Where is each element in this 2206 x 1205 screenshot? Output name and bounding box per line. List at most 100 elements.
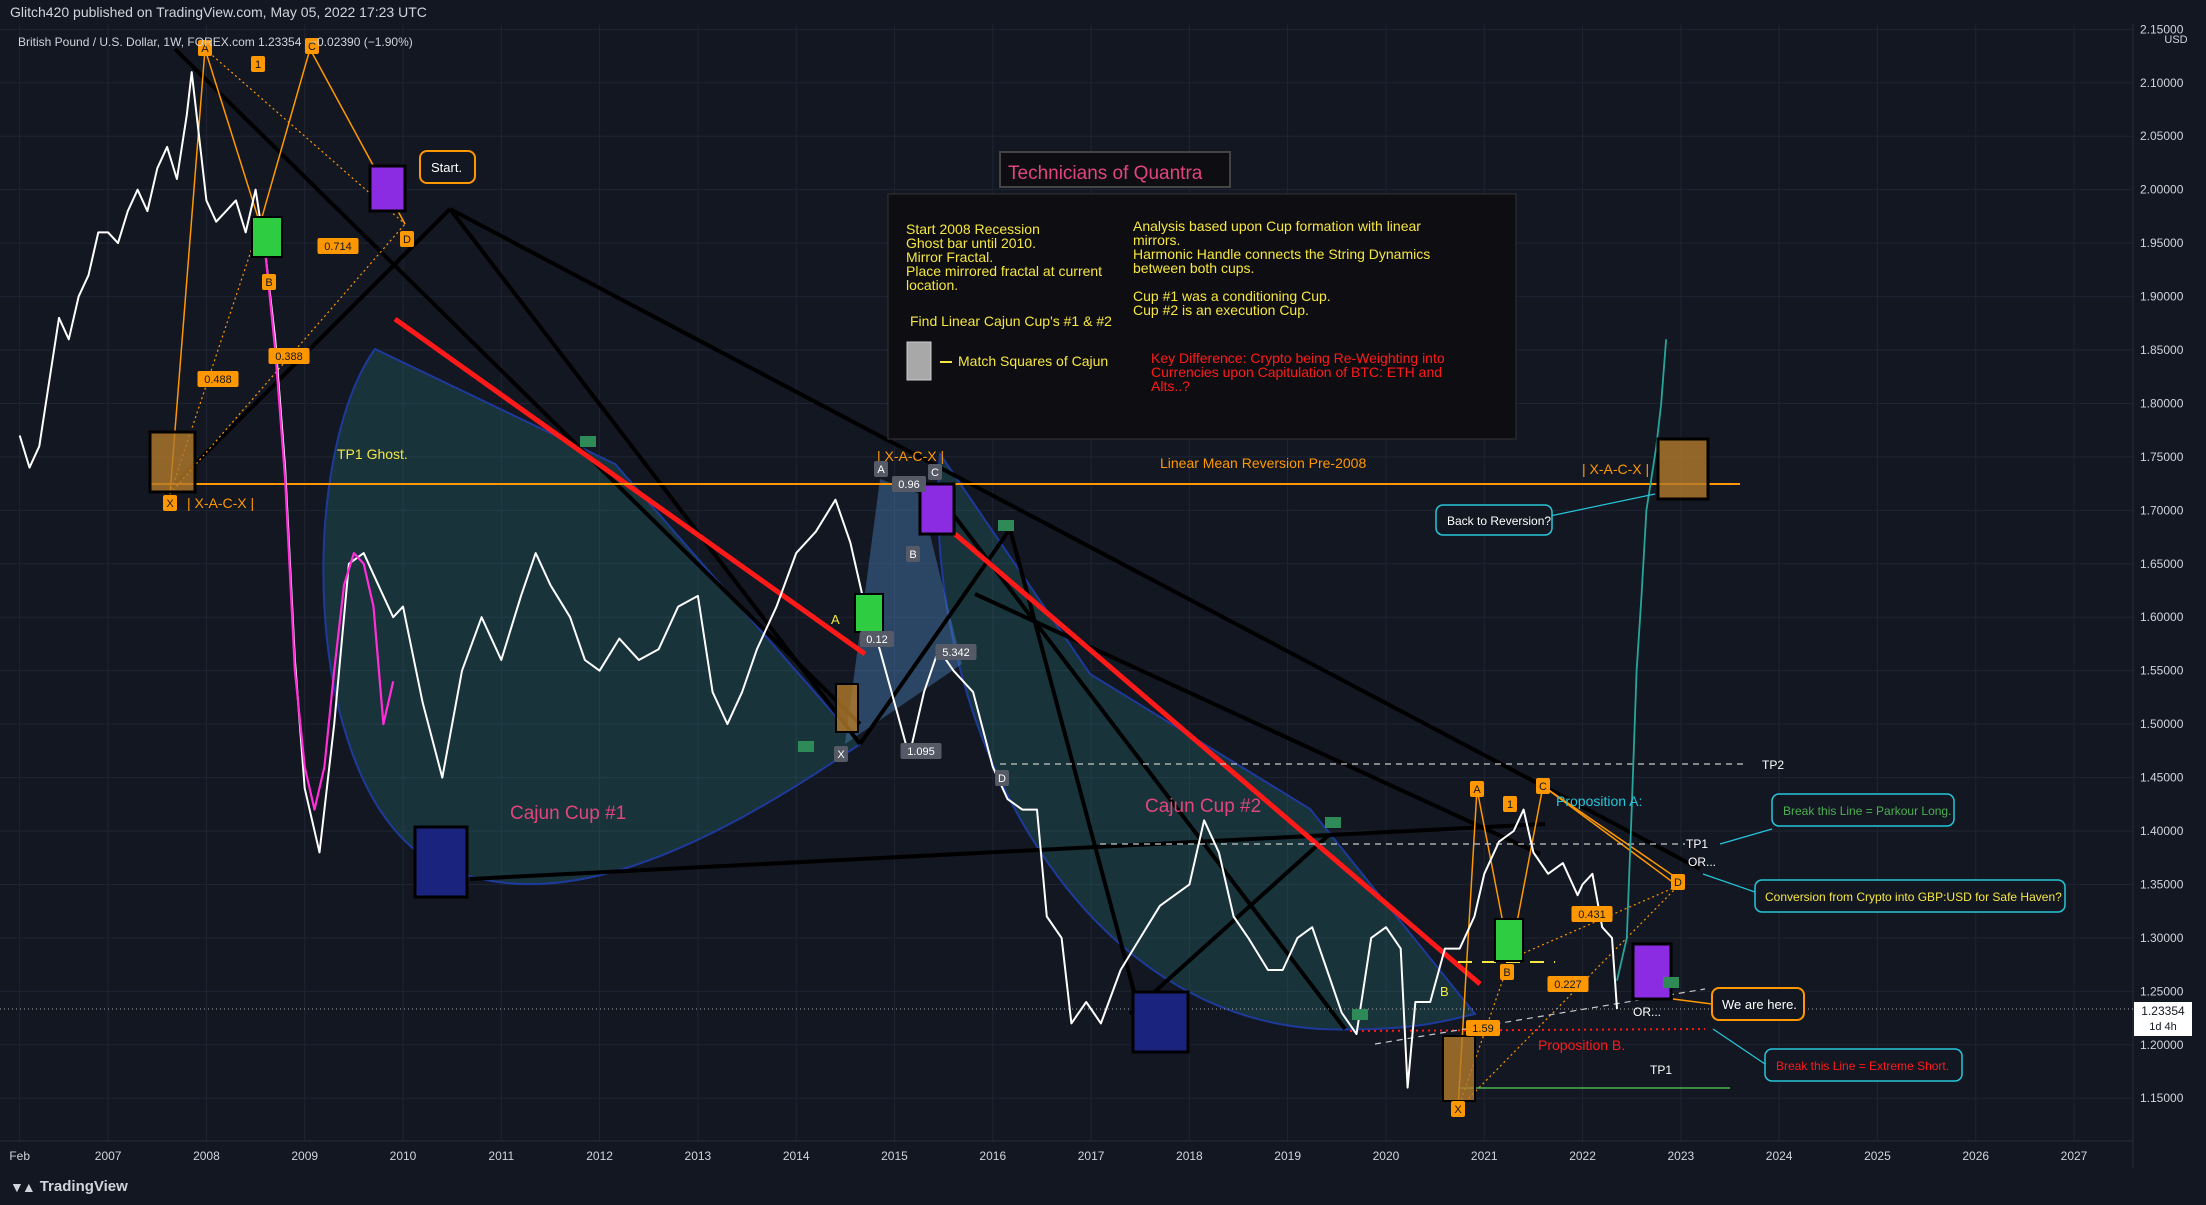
time-tick-label: 2025 [1864, 1149, 1891, 1163]
time-tick-label: 2016 [979, 1149, 1006, 1163]
xacx-box-bottom [1442, 1035, 1476, 1102]
price-tick-label: 2.10000 [2140, 76, 2184, 90]
current-price-value: 1.23354 [2141, 1004, 2185, 1018]
green-box-1 [251, 216, 283, 258]
time-tick-label: 2009 [291, 1149, 318, 1163]
we-are-here-text: We are here. [1722, 997, 1797, 1012]
price-tick-label: 2.00000 [2140, 183, 2184, 197]
point-tag-label: B [909, 549, 916, 561]
xacx-box-left [148, 430, 197, 494]
symbol-change: −0.02390 (−1.90%) [310, 35, 413, 49]
current-price-countdown: 1d 4h [2149, 1021, 2177, 1033]
time-tick-label: 2026 [1962, 1149, 1989, 1163]
point-tag-label: A [1473, 784, 1481, 796]
or-label-2: OR... [1633, 1005, 1661, 1019]
price-tick-label: 2.05000 [2140, 129, 2184, 143]
time-tick-label: 2015 [881, 1149, 908, 1163]
price-tick-label: 1.60000 [2140, 610, 2184, 624]
current-price-badge: 1.23354 1d 4h [2134, 1002, 2192, 1036]
info-box: Technicians of Quantra Start 2008 Recess… [887, 151, 1517, 440]
find-cups-text: Find Linear Cajun Cup's #1 & #2 [910, 313, 1112, 329]
navy-box-1 [413, 825, 469, 899]
price-tick-label: 1.55000 [2140, 664, 2184, 678]
or-label-1: OR... [1688, 855, 1716, 869]
green-box-3 [1494, 918, 1524, 962]
conversion-text: Conversion from Crypto into GBP:USD for … [1765, 890, 2062, 904]
price-tick-label: 1.25000 [2140, 984, 2184, 998]
purple-box-1 [368, 164, 407, 213]
time-tick-label: Feb [9, 1149, 30, 1163]
point-tag-label: X [166, 498, 174, 510]
start-callout: Start. [419, 150, 476, 184]
info-right-line: between both cups. [1133, 260, 1254, 276]
time-tick-label: 2019 [1274, 1149, 1301, 1163]
navy-box-2 [1131, 990, 1190, 1054]
point-b-label: B [1440, 984, 1449, 999]
proposition-b-label: Proposition B. [1538, 1037, 1625, 1053]
point-tag-label: 1 [1507, 799, 1513, 811]
point-tag-label: 0.227 [1554, 979, 1582, 991]
time-tick-label: 2008 [193, 1149, 220, 1163]
axis-unit-label: USD [2164, 34, 2187, 46]
publisher-line: Glitch420 published on TradingView.com, … [10, 4, 427, 20]
info-title: Technicians of Quantra [1008, 163, 1203, 184]
price-tick-label: 1.70000 [2140, 503, 2184, 517]
point-tag-label: X [837, 749, 845, 761]
point-tag-label: 0.488 [204, 374, 232, 386]
price-tick-label: 1.65000 [2140, 557, 2184, 571]
point-tag-label: D [998, 773, 1006, 785]
point-tag-label: B [265, 277, 272, 289]
point-tag-label: A [877, 464, 885, 476]
price-tick-label: 1.95000 [2140, 236, 2184, 250]
info-left-line: location. [906, 277, 958, 293]
symbol-legend: British Pound / U.S. Dollar, 1W, FOREX.c… [18, 35, 413, 49]
tp1-ghost-label: TP1 Ghost. [337, 446, 408, 462]
time-tick-label: 2011 [488, 1149, 514, 1163]
tradingview-brand: TradingView [39, 1178, 128, 1195]
time-tick-label: 2023 [1667, 1149, 1694, 1163]
price-axis[interactable]: 2.150002.100002.050002.000001.950001.900… [2140, 24, 2184, 1105]
point-tag-label: 0.12 [866, 634, 887, 646]
time-tick-label: 2014 [783, 1149, 810, 1163]
point-tag-label: 0.96 [898, 479, 919, 491]
gray-swatch [906, 341, 932, 381]
point-tag-label: 1.095 [907, 746, 935, 758]
point-tag-label: 0.431 [1578, 909, 1606, 921]
time-tick-label: 2027 [2061, 1149, 2088, 1163]
point-tag-label: D [403, 234, 411, 246]
tradingview-logo[interactable]: ▼▲ TradingView [10, 1178, 128, 1195]
price-chart[interactable]: Technicians of Quantra Start 2008 Recess… [0, 24, 2206, 1168]
price-tick-label: 1.90000 [2140, 290, 2184, 304]
tradingview-logo-icon: ▼▲ [10, 1178, 36, 1195]
point-tag-label: C [1539, 781, 1547, 793]
publisher-bar: Glitch420 published on TradingView.com, … [0, 0, 2206, 24]
price-tick-label: 1.35000 [2140, 877, 2184, 891]
point-tag-label: B [1503, 967, 1510, 979]
time-tick-label: 2021 [1471, 1149, 1498, 1163]
price-tick-label: 1.40000 [2140, 824, 2184, 838]
tp2-label: TP2 [1762, 758, 1784, 772]
time-tick-label: 2013 [685, 1149, 712, 1163]
break-short-text: Break this Line = Extreme Short. [1776, 1059, 1949, 1073]
price-tick-label: 1.85000 [2140, 343, 2184, 357]
break-long-text: Break this Line = Parkour Long. [1783, 804, 1951, 818]
footer-bar: ▼▲ TradingView [0, 1168, 2206, 1205]
symbol-name: British Pound / U.S. Dollar, 1W, FOREX.c… [18, 35, 255, 49]
point-tag-label: 5.342 [942, 647, 970, 659]
back-to-reversion-text: Back to Reversion? [1447, 514, 1551, 528]
price-tick-label: 1.50000 [2140, 717, 2184, 731]
match-squares-text: Match Squares of Cajun [958, 353, 1108, 369]
point-tag-label: 1 [255, 59, 261, 71]
time-tick-label: 2018 [1176, 1149, 1203, 1163]
time-tick-label: 2012 [586, 1149, 613, 1163]
cup2-label: Cajun Cup #2 [1145, 796, 1261, 817]
price-tick-label: 1.15000 [2140, 1091, 2184, 1105]
xacx-right-label: | X-A-C-X | [1582, 461, 1649, 477]
point-tag-label: 1.59 [1472, 1023, 1493, 1035]
price-tick-label: 1.30000 [2140, 931, 2184, 945]
symbol-last: 1.23354 [258, 35, 302, 49]
cup1-label: Cajun Cup #1 [510, 803, 626, 824]
point-tag-label: D [1674, 877, 1682, 889]
start-callout-text: Start. [431, 160, 462, 175]
xacx-left-label: | X-A-C-X | [187, 495, 254, 511]
